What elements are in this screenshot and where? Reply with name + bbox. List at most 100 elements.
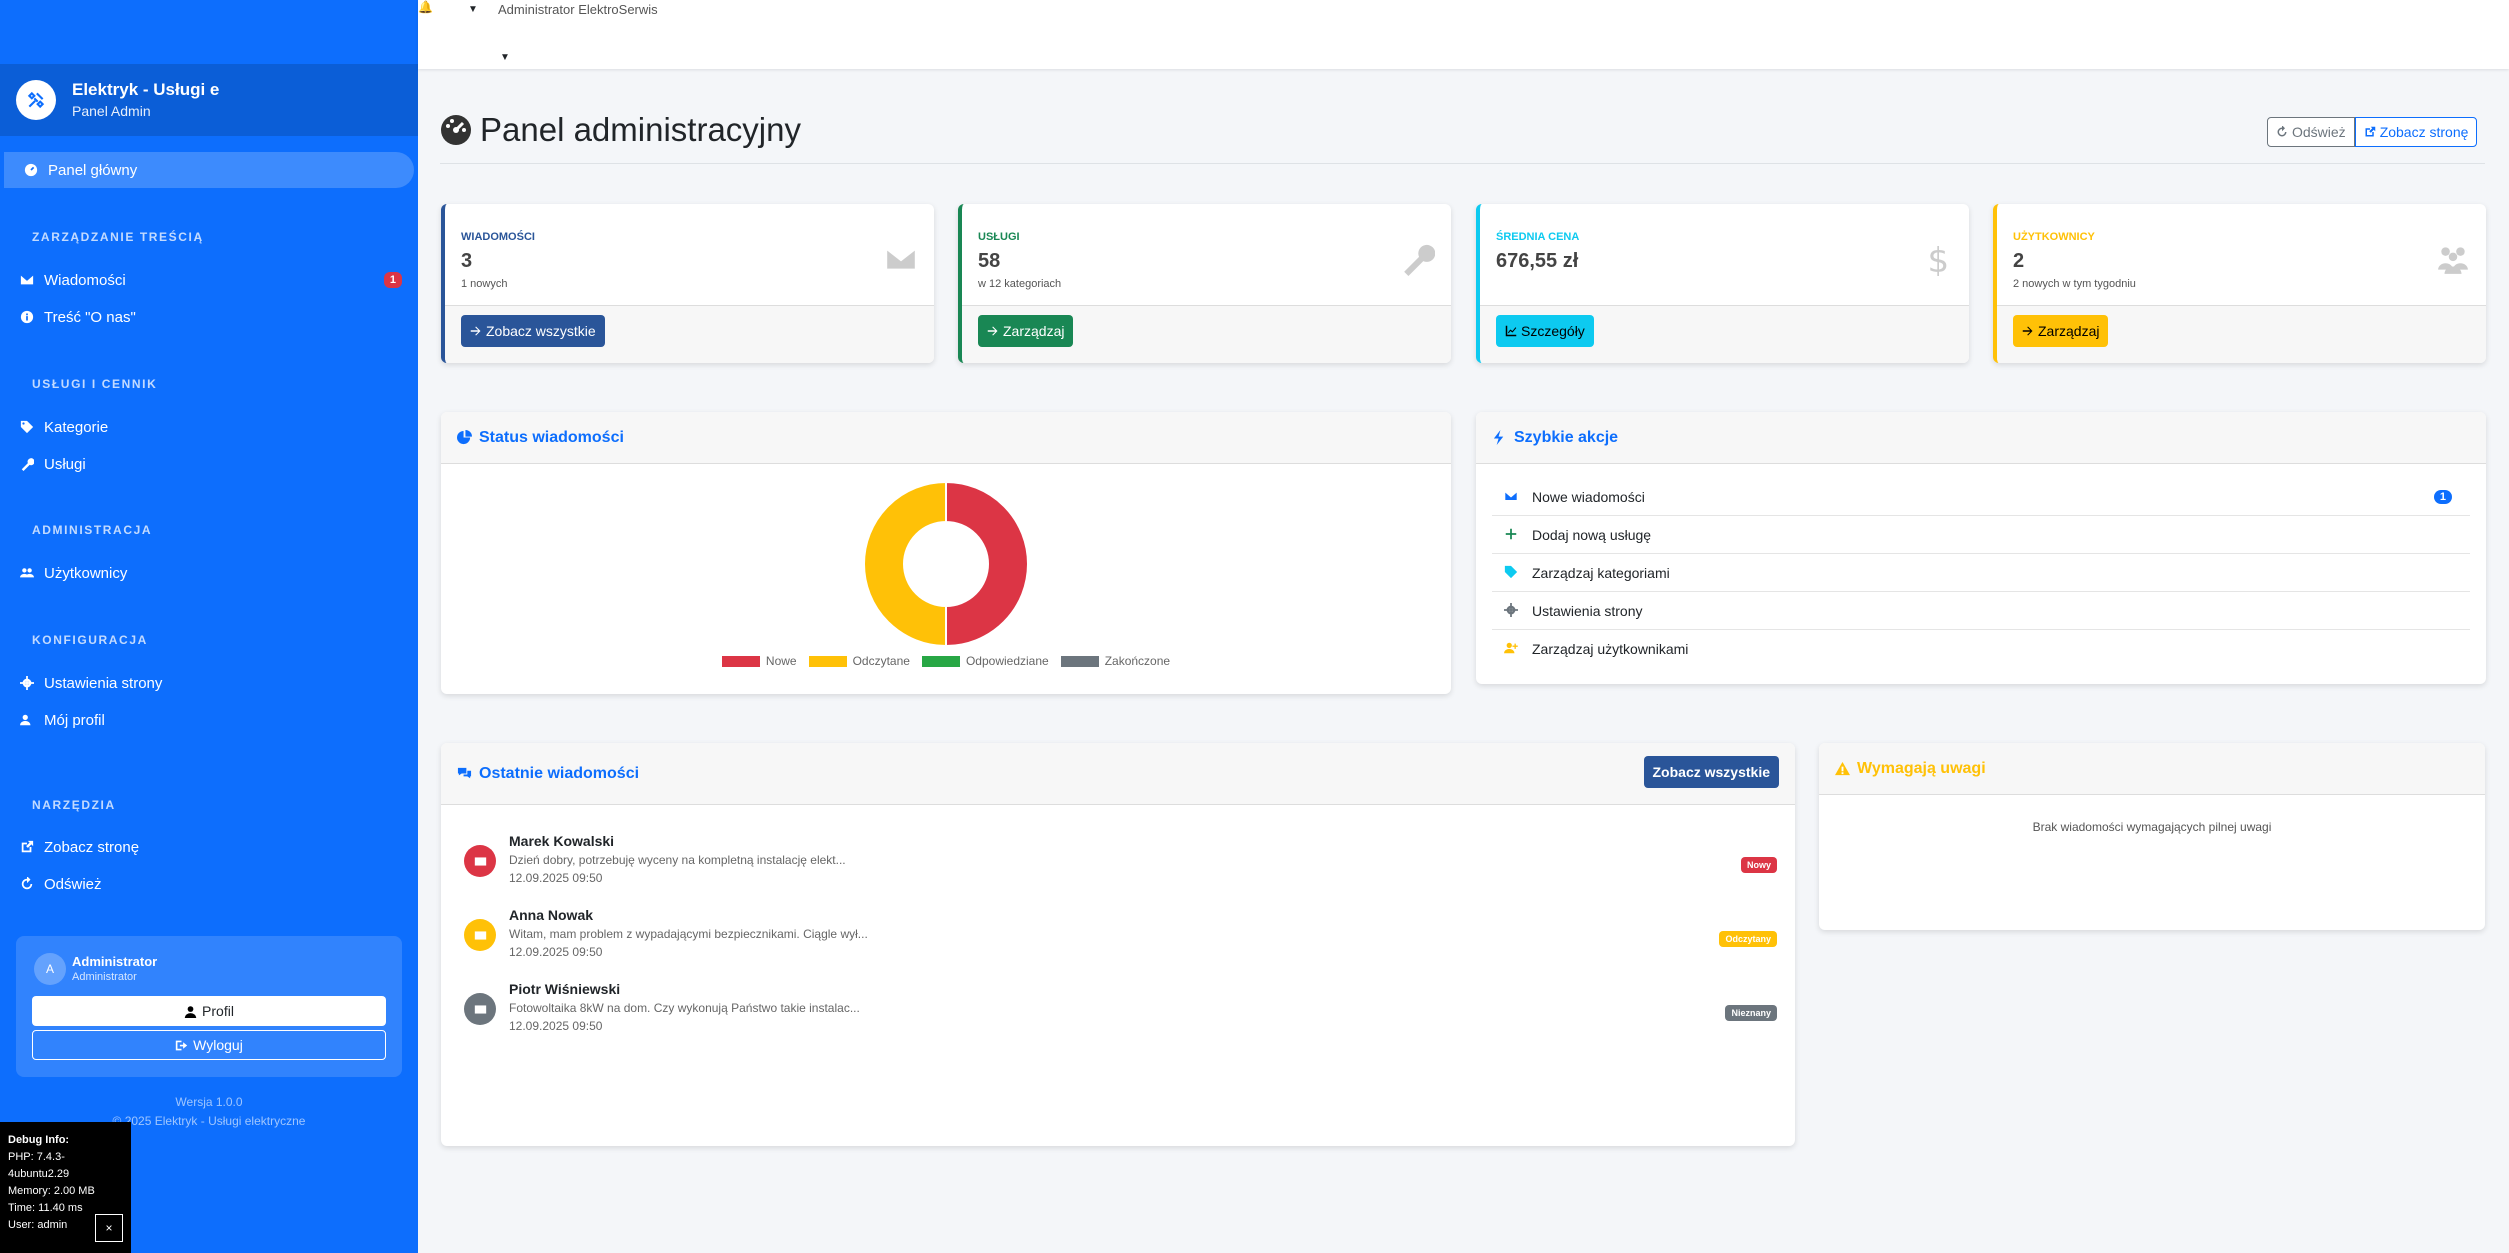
avatar: A: [34, 953, 66, 985]
main-content: Panel administracyjny Odśwież Zobacz str…: [418, 69, 2509, 1253]
legend-item[interactable]: Odpowiedziane: [921, 654, 1049, 668]
user-role: Administrator: [72, 971, 137, 983]
sidebar-item-messages[interactable]: Wiadomości 1: [0, 262, 418, 298]
chart-line-icon: [1505, 325, 1517, 337]
message-date: 12.09.2025 09:50: [509, 1019, 603, 1033]
quick-action-categories[interactable]: Zarządzaj kategoriami: [1492, 554, 2470, 592]
message-date: 12.09.2025 09:50: [509, 871, 603, 885]
status-badge: Nowy: [1740, 857, 1777, 873]
quick-action-new-messages[interactable]: Nowe wiadomości 1: [1492, 478, 2470, 516]
stat-label: UŻYTKOWNICY: [2013, 231, 2095, 243]
sidebar-item-categories[interactable]: Kategorie: [0, 409, 418, 445]
envelope-icon: [464, 845, 496, 877]
message-item[interactable]: Anna Nowak Witam, mam problem z wypadają…: [459, 907, 1777, 981]
plus-icon: [1504, 527, 1520, 543]
stat-card-messages: WIADOMOŚCI 3 1 nowych Zobacz wszystkie: [441, 204, 934, 363]
sidebar-item-users[interactable]: Użytkownicy: [0, 555, 418, 591]
quick-action-users[interactable]: Zarządzaj użytkownikami: [1492, 630, 2470, 668]
sidebar-item-label: Ustawienia strony: [44, 674, 163, 692]
details-button[interactable]: Szczegóły: [1496, 315, 1594, 347]
view-all-messages-button[interactable]: Zobacz wszystkie: [461, 315, 605, 347]
quick-action-add-service[interactable]: Dodaj nową usługę: [1492, 516, 2470, 554]
stat-label: USŁUGI: [978, 231, 1020, 243]
tags-icon: [16, 420, 38, 434]
quick-actions-card: Szybkie akcje Nowe wiadomości 1 Dodaj no…: [1476, 412, 2486, 684]
manage-users-button[interactable]: Zarządzaj: [2013, 315, 2109, 347]
legend-swatch: [1060, 655, 1099, 667]
status-card: Status wiadomości Nowe Odczytane Odpowiedz…: [441, 412, 1451, 694]
quick-action-label: Dodaj nową usługę: [1532, 526, 1652, 543]
message-item[interactable]: Piotr Wiśniewski Fotowoltaika 8kW na dom…: [459, 981, 1777, 1055]
sidebar-item-label: Usługi: [44, 455, 86, 473]
debug-title: Debug Info:: [8, 1134, 70, 1146]
manage-services-button[interactable]: Zarządzaj: [978, 315, 1074, 347]
profile-button[interactable]: Profil: [32, 996, 386, 1026]
chevron-down-icon[interactable]: ▼: [500, 52, 510, 63]
messages-badge: 1: [383, 272, 402, 288]
sidebar-item-label: Zobacz stronę: [44, 838, 140, 856]
donut-slice-nowe[interactable]: [945, 480, 1029, 648]
empty-state: Brak wiadomości wymagających pilnej uwag…: [2032, 820, 2272, 834]
gear-icon: [1504, 602, 1520, 619]
stat-button-label: Zarządzaj: [1003, 323, 1065, 339]
sidebar-item-label: Odśwież: [44, 875, 102, 893]
external-link-icon: [16, 840, 38, 854]
wrench-icon: [1401, 242, 1436, 276]
quick-action-settings[interactable]: Ustawienia strony: [1492, 592, 2470, 630]
card-title: Ostatnie wiadomości: [479, 764, 640, 782]
legend-item[interactable]: Nowe: [721, 654, 797, 668]
message-item[interactable]: Marek Kowalski Dzień dobry, potrzebuję w…: [459, 833, 1777, 907]
sidebar-item-settings[interactable]: Ustawienia strony: [0, 665, 418, 701]
logout-button-label: Wyloguj: [193, 1037, 243, 1053]
dollar-icon: $: [1919, 241, 1953, 281]
sidebar-item-about[interactable]: Treść "O nas": [0, 299, 418, 335]
arrow-right-icon: [470, 326, 481, 336]
debug-close-button[interactable]: ×: [95, 1214, 123, 1242]
logout-button[interactable]: Wyloguj: [32, 1030, 386, 1060]
status-badge: Nieznany: [1725, 1005, 1777, 1021]
stat-footer: Zarządzaj: [1997, 305, 2486, 363]
section-config: KONFIGURACJA: [32, 633, 148, 647]
card-header: Ostatnie wiadomości Zobacz wszystkie: [441, 743, 1795, 805]
card-header: Status wiadomości: [441, 412, 1451, 464]
user-edit-icon: [16, 713, 38, 727]
status-badge: Odczytany: [1719, 931, 1777, 947]
donut-slice-odczytane[interactable]: [863, 480, 947, 648]
refresh-button[interactable]: Odśwież: [2267, 117, 2355, 147]
stat-sub: 1 nowych: [461, 278, 508, 290]
gear-icon: [16, 676, 38, 690]
legend-item[interactable]: Zakończone: [1060, 654, 1170, 668]
legend-label: Nowe: [765, 654, 797, 668]
debug-panel: Debug Info: PHP: 7.4.3-4ubuntu2.29 Memor…: [0, 1122, 131, 1253]
envelope-icon: [464, 993, 496, 1025]
legend-swatch: [921, 655, 960, 667]
page-title-text: Panel administracyjny: [480, 111, 801, 148]
sidebar-item-label: Użytkownicy: [44, 564, 128, 582]
bell-icon[interactable]: 🔔: [418, 0, 433, 14]
stat-button-label: Zarządzaj: [2038, 323, 2100, 339]
arrow-right-icon: [987, 326, 998, 336]
refresh-button-label: Odśwież: [2292, 124, 2346, 140]
legend-swatch: [808, 655, 847, 667]
legend-item[interactable]: Odczytane: [808, 654, 910, 668]
sidebar: Elektryk - Usługi e Panel Admin Panel gł…: [0, 0, 418, 1253]
sidebar-item-refresh[interactable]: Odśwież: [0, 866, 418, 902]
attention-card: Wymagają uwagi Brak wiadomości wymagając…: [1819, 743, 2485, 930]
message-preview: Witam, mam problem z wypadającymi bezpie…: [509, 927, 868, 941]
chevron-down-icon[interactable]: ▼: [468, 4, 478, 15]
sidebar-item-profile[interactable]: Mój profil: [0, 702, 418, 738]
sidebar-item-view-site[interactable]: Zobacz stronę: [0, 829, 418, 865]
sidebar-item-label: Treść "O nas": [44, 308, 136, 326]
header-buttons: Odśwież Zobacz stronę: [2267, 117, 2478, 147]
envelope-icon: [1504, 489, 1520, 505]
brand[interactable]: Elektryk - Usługi e Panel Admin: [0, 64, 418, 136]
view-site-button[interactable]: Zobacz stronę: [2354, 117, 2478, 147]
tags-icon: [1504, 565, 1520, 581]
user-menu[interactable]: Administrator ElektroSerwis: [498, 2, 658, 17]
sidebar-item-dashboard[interactable]: Panel główny: [4, 152, 414, 188]
sidebar-item-services[interactable]: Usługi: [0, 446, 418, 482]
view-all-button[interactable]: Zobacz wszystkie: [1643, 756, 1779, 788]
quick-action-badge: 1: [2433, 489, 2452, 504]
section-admin: ADMINISTRACJA: [32, 523, 153, 537]
quick-action-label: Zarządzaj użytkownikami: [1532, 641, 1689, 657]
